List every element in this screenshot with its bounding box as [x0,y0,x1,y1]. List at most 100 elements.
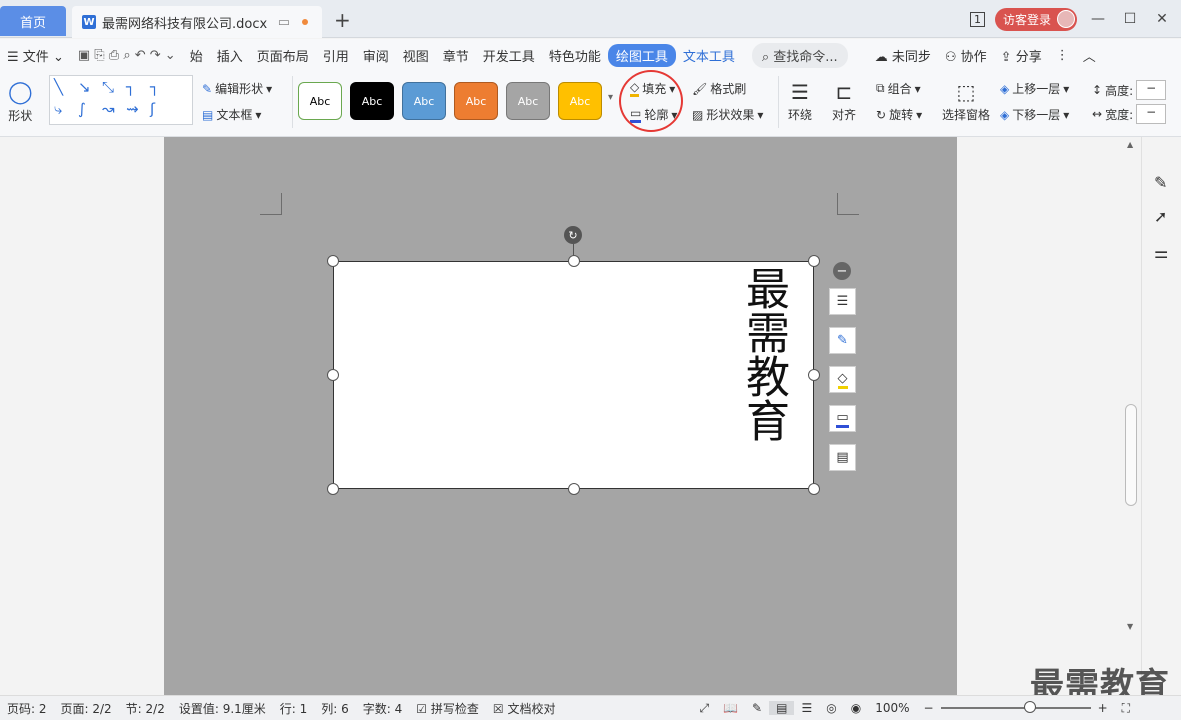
status-page-number[interactable]: 页码: 2 [0,700,54,717]
menu-review[interactable]: 审阅 [356,46,396,65]
menu-developer[interactable]: 开发工具 [476,46,542,65]
cursor-icon[interactable]: ➚ [1154,207,1167,226]
elbow-double-icon[interactable]: ⤷ [54,100,62,118]
shape-style-6[interactable]: Abc [558,82,602,120]
resize-handle-tl[interactable] [327,255,339,267]
tab-home[interactable]: 首页 [0,6,66,36]
quick-access-icons[interactable]: ▣ ⎘ ⎙ ⌕ ↶ ↷ ⌄ [71,48,183,63]
edit-shape-button[interactable]: ✎ 编辑形状 ▾ [202,80,272,97]
settings-sliders-icon[interactable]: ⚌ [1154,243,1168,262]
resize-handle-bl[interactable] [327,483,339,495]
search-command[interactable]: ⌕ 查找命令... [751,42,848,68]
more-icon[interactable]: ⋮ [1049,48,1076,63]
resize-handle-l[interactable] [327,369,339,381]
edit-pen-icon[interactable]: ✎ [1154,173,1167,192]
status-word-count[interactable]: 字数: 4 [356,700,410,717]
spell-check-button[interactable]: ☑ 拼写检查 [409,700,486,717]
rotate-handle-icon[interactable]: ↻ [564,226,582,244]
freeform-icon[interactable]: ʃ [150,100,155,118]
menu-chapter[interactable]: 章节 [436,46,476,65]
rotate-button[interactable]: ↻ 旋转 ▾ [876,106,922,123]
zoom-slider-knob[interactable] [1023,701,1036,713]
write-mode-icon[interactable]: ✎ [745,701,769,715]
menu-view[interactable]: 视图 [396,46,436,65]
sync-button[interactable]: ☁ 未同步 [868,46,938,65]
status-section[interactable]: 节: 2/2 [119,700,172,717]
menu-references[interactable]: 引用 [316,46,356,65]
tab-document[interactable]: W 最需网络科技有限公司.docx ▭ [72,6,322,38]
menu-special[interactable]: 特色功能 [542,46,608,65]
height-stepper[interactable]: − [1136,80,1167,100]
pen-style-icon[interactable]: ✎ [829,327,856,354]
zoom-in-icon[interactable]: + [1091,701,1115,715]
double-arrow-icon[interactable]: ⤡ [102,78,114,96]
shape-style-3[interactable]: Abc [402,82,446,120]
menu-insert[interactable]: 插入 [210,46,250,65]
curve-connector-icon[interactable]: ∫ [78,100,86,118]
resize-handle-t[interactable] [568,255,580,267]
group-button[interactable]: ⧉ 组合 ▾ [876,80,921,97]
send-backward-button[interactable]: ◈ 下移一层 ▾ [1000,106,1069,123]
curve-arrow-icon[interactable]: ↝ [102,100,115,118]
style-gallery-more-icon[interactable]: ▾ [608,92,613,103]
reading-mode-icon[interactable]: 📖 [716,701,745,715]
float-fill-icon[interactable]: ◇ [829,366,856,393]
minimize-icon[interactable]: — [1087,11,1109,27]
collapse-float-icon[interactable]: − [833,262,851,280]
resize-handle-br[interactable] [808,483,820,495]
width-field[interactable]: ↔ 宽度: − [1092,104,1167,124]
collaborate-button[interactable]: ⚇ 协作 [938,46,994,65]
shape-style-4[interactable]: Abc [454,82,498,120]
shape-gallery[interactable]: ╲ ↘ ⤡ ┐ ┐ ⤷ ∫ ↝ ⇝ ʃ [49,75,193,125]
elbow-connector-icon[interactable]: ┐ [126,78,135,96]
menu-page-layout[interactable]: 页面布局 [250,46,316,65]
shape-style-5[interactable]: Abc [506,82,550,120]
align-button[interactable]: ⊏ 对齐 [832,80,856,123]
menu-start[interactable]: 始 [183,46,210,65]
zoom-out-icon[interactable]: − [917,701,941,715]
scroll-down-icon[interactable]: ▼ [1127,622,1133,631]
select-pane-button[interactable]: ⬚ 选择窗格 [942,80,990,123]
zoom-slider[interactable] [940,701,1091,713]
text-box-content[interactable]: 最需教育 [738,266,789,442]
text-box[interactable]: 最需教育 [333,261,814,489]
line-shape-icon[interactable]: ╲ [54,78,63,96]
tab-text-tools[interactable]: 文本工具 [676,46,742,65]
float-textbox-icon[interactable]: ▤ [829,444,856,471]
login-button[interactable]: 访客登录 [994,7,1077,31]
page-view-icon[interactable]: ▤ [769,701,795,715]
resize-handle-r[interactable] [808,369,820,381]
scroll-up-icon[interactable]: ▲ [1127,140,1133,149]
zoom-level[interactable]: 100% [868,701,916,715]
resize-handle-tr[interactable] [808,255,820,267]
close-icon[interactable]: ✕ [1151,11,1173,27]
window-count-badge[interactable]: 1 [969,11,985,27]
tab-drawing-tools[interactable]: 绘图工具 [607,43,676,67]
menu-file[interactable]: ☰ 文件 ⌄ [0,46,71,65]
shape-effect-button[interactable]: ▨ 形状效果 ▾ [692,106,763,123]
layout-options-icon[interactable]: ☰ [829,288,856,315]
width-stepper[interactable]: − [1136,104,1167,124]
status-row[interactable]: 行: 1 [273,700,315,717]
status-setting-value[interactable]: 设置值: 9.1厘米 [172,700,273,717]
eye-protect-icon[interactable]: ◉ [844,701,868,715]
elbow-arrow-icon[interactable]: ┐ [150,78,159,96]
wrap-button[interactable]: ☰ 环绕 [788,80,812,123]
maximize-icon[interactable]: ☐ [1119,11,1141,27]
height-field[interactable]: ↕ 高度: − [1092,80,1167,100]
resize-handle-b[interactable] [568,483,580,495]
text-box-button[interactable]: ▤ 文本框 ▾ [202,106,261,123]
web-view-icon[interactable]: ◎ [819,701,843,715]
proofread-button[interactable]: ☒ 文档校对 [486,700,563,717]
new-tab-icon[interactable]: + [334,8,351,32]
scrollbar-thumb[interactable] [1125,404,1137,506]
outline-view-icon[interactable]: ☰ [794,701,819,715]
curve-double-icon[interactable]: ⇝ [126,100,139,118]
bring-forward-button[interactable]: ◈ 上移一层 ▾ [1000,80,1069,97]
monitor-icon[interactable]: ▭ [278,15,290,30]
status-pages[interactable]: 页面: 2/2 [54,700,119,717]
fit-page-icon[interactable]: ⛶ [1115,701,1137,716]
status-column[interactable]: 列: 6 [314,700,356,717]
collapse-ribbon-icon[interactable]: ︿ [1076,46,1103,65]
share-button[interactable]: ⇪ 分享 [994,46,1049,65]
